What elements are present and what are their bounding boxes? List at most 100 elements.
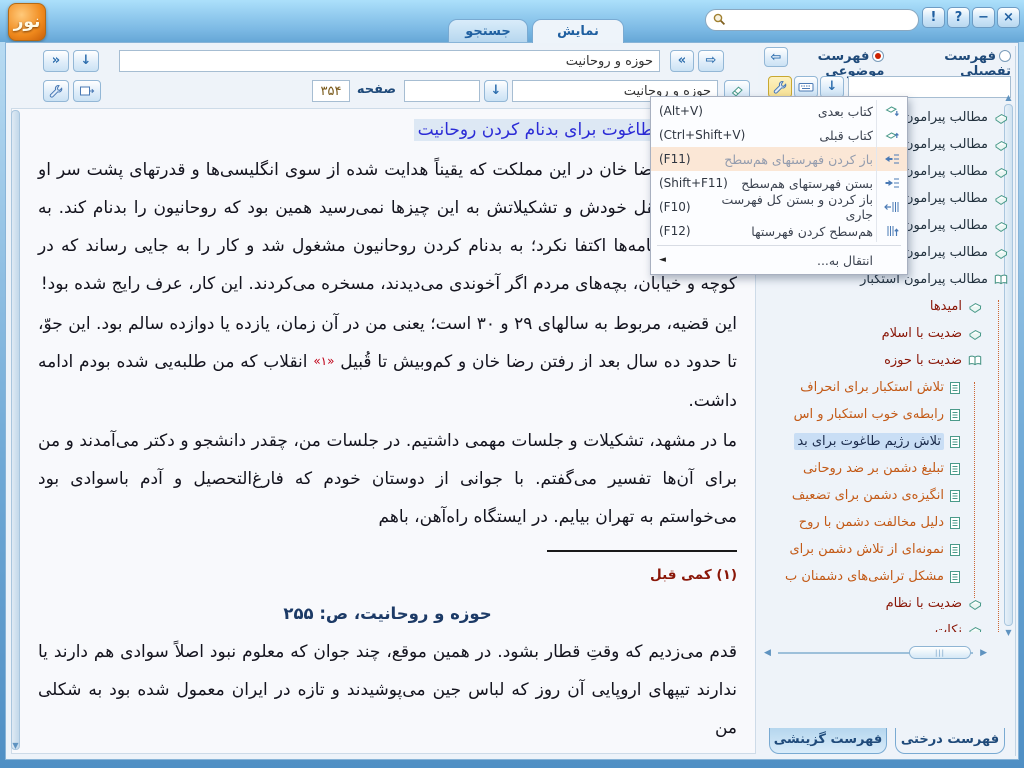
tab-selective-index[interactable]: فهرست گزینشی [769, 728, 887, 754]
book-closed-icon [993, 192, 1009, 206]
help-button[interactable]: ? [947, 7, 970, 28]
tree-item[interactable]: امیدها [772, 293, 1013, 320]
hscroll-thumb[interactable]: ||| [909, 646, 971, 659]
minimize-button[interactable]: − [972, 7, 995, 28]
book-closed-icon [993, 111, 1009, 125]
book-closed-icon [993, 165, 1009, 179]
book-closed-icon [993, 138, 1009, 152]
scroll-up-icon[interactable]: ▲ [1005, 93, 1012, 102]
book-text-area[interactable]: تلاش رژیم طاغوت برای بدنام کردن روحانیت … [11, 108, 756, 754]
scroll-down-icon[interactable]: ▼ [12, 741, 19, 750]
forward-nav-button[interactable]: ⇨ [698, 50, 724, 72]
menu-item[interactable]: باز کردن فهرستهای هم‌سطح(F11) [651, 147, 907, 171]
tree-item-label: تبلیغ دشمن بر ضد روحانی [803, 461, 944, 476]
menu-item-shortcut: (F12) [659, 224, 691, 238]
tree-item-label: ضدیت با نظام [886, 596, 962, 611]
tree-item-label: مشکل تراشی‌های دشمنان ب [785, 569, 944, 584]
submenu-arrow-icon: ◄ [659, 255, 666, 265]
menu-item-label: کتاب قبلی [745, 128, 881, 143]
alert-button[interactable]: ! [922, 7, 945, 28]
tree-item[interactable]: رابطه‌ی خوب استکبار و اس [772, 401, 1013, 428]
tree-item[interactable]: نمونه‌ای از تلاش دشمن برای [772, 536, 1013, 563]
goto-field[interactable] [404, 80, 480, 102]
radio-icon[interactable] [999, 50, 1011, 62]
tree-item[interactable]: مشکل تراشی‌های دشمنان ب [772, 563, 1013, 590]
menu-item-transfer[interactable]: انتقال به... ◄ [651, 248, 907, 272]
tree-item[interactable]: دلیل مخالفت دشمن با روح [772, 509, 1013, 536]
paragraph: این قضیه، مربوط به سالهای ۲۹ و ۳۰ است؛ ی… [38, 305, 737, 420]
sidebar-hscrollbar[interactable]: ◀ ||| ▶ [764, 646, 999, 660]
tree-item-label: دلیل مخالفت دشمن با روح [799, 515, 944, 530]
next-book-icon [881, 104, 903, 118]
paragraph: قدم می‌زدیم که وقتِ قطار بشود. در همین م… [38, 633, 737, 747]
doc-icon [949, 381, 961, 395]
tree-item[interactable]: ضدیت با اسلام [772, 320, 1013, 347]
filter-down-button[interactable]: ↓ [820, 76, 844, 98]
new-window-button[interactable] [73, 80, 101, 102]
search-icon [712, 11, 726, 30]
collapse-level-icon [881, 177, 903, 189]
quick-search-box[interactable] [705, 9, 919, 31]
footnote-marker[interactable]: «۱» [313, 354, 334, 368]
menu-item[interactable]: کتاب بعدی(Alt+V) [651, 99, 907, 123]
scroll-right-icon[interactable]: ▶ [980, 648, 987, 658]
tree-item[interactable]: ضدیت با حوزه [772, 347, 1013, 374]
settings-button[interactable] [43, 80, 69, 102]
app-logo[interactable]: نور [8, 3, 46, 41]
index-tools-button[interactable] [768, 76, 792, 98]
tree-item[interactable]: انگیزه‌ی دشمن برای تضعیف [772, 482, 1013, 509]
noor-app-window: { "titlebar": { "logo_text": "نور", "sea… [0, 0, 1024, 768]
expand-nav-button[interactable]: » [670, 50, 694, 72]
index-filter-input[interactable] [848, 76, 1011, 98]
menu-item-shortcut: (F10) [659, 200, 691, 214]
tree-item-selected[interactable]: تلاش رژیم طاغوت برای بد [772, 428, 1013, 455]
tree-item[interactable]: تلاش استکبار برای انحراف [772, 374, 1013, 401]
radio-selected-icon[interactable] [872, 50, 884, 62]
wrench-icon [49, 83, 63, 98]
doc-icon [949, 462, 961, 476]
menu-icon-divider [876, 100, 877, 242]
page-header: حوزه و روحانیت، ص: ۲۵۵ [38, 604, 737, 623]
tree-item-label: مطالب پیرامون [904, 218, 988, 233]
breadcrumb [119, 50, 660, 72]
content-scrollbar[interactable]: ▼ [11, 110, 20, 750]
scroll-left-icon[interactable]: ◀ [764, 648, 771, 658]
tree-item-label: مطالب پیرامون [904, 245, 988, 260]
menu-item[interactable]: هم‌سطح کردن فهرستها(F12) [651, 219, 907, 243]
new-window-icon [79, 83, 95, 98]
wrench-icon [773, 79, 787, 94]
page-number-field[interactable] [312, 80, 350, 102]
tab-display[interactable]: نمایش [532, 19, 624, 43]
menu-item[interactable]: باز کردن و بستن کل فهرست جاری(F10) [651, 195, 907, 219]
footnote-separator [547, 550, 737, 552]
tab-search[interactable]: جستجو [448, 19, 528, 43]
breadcrumb-row: « ↓ » ⇨ [9, 48, 758, 75]
tree-item-label: نکات [935, 623, 962, 632]
tree-item[interactable]: تبلیغ دشمن بر ضد روحانی [772, 455, 1013, 482]
expand-level-icon [881, 153, 903, 165]
doc-icon [949, 435, 961, 449]
search-input[interactable] [726, 12, 912, 28]
tree-item-label: نمونه‌ای از تلاش دشمن برای [789, 542, 944, 557]
close-button[interactable]: × [997, 7, 1020, 28]
toggle-list-icon [881, 201, 903, 213]
window-controls: ! ? − × [922, 7, 1020, 28]
tree-item-label: مطالب پیرامون [904, 164, 988, 179]
tree-item-label: مطالب پیرامون [904, 191, 988, 206]
tree-item[interactable]: ضدیت با نظام [772, 590, 1013, 617]
menu-item-label: هم‌سطح کردن فهرستها [691, 224, 881, 239]
book-closed-icon [993, 219, 1009, 233]
paragraph: برنامه‌های رضا خان در این مملکت که یقینا… [38, 151, 737, 303]
tree-item-label: تلاش استکبار برای انحراف [800, 380, 944, 395]
menu-item-shortcut: (Alt+V) [659, 104, 703, 118]
tab-tree-index[interactable]: فهرست درختی [895, 728, 1005, 754]
tree-item[interactable]: نکات [772, 617, 1013, 632]
collapse-nav-button[interactable]: « [43, 50, 69, 72]
menu-item[interactable]: کتاب قبلی(Ctrl+Shift+V) [651, 123, 907, 147]
virtual-keyboard-button[interactable] [794, 76, 818, 98]
goto-down-button[interactable]: ↓ [484, 80, 508, 102]
tree-item-label: ضدیت با حوزه [884, 353, 962, 368]
menu-item-label: بستن فهرستهای هم‌سطح [728, 176, 881, 191]
down-nav-button[interactable]: ↓ [73, 50, 99, 72]
doc-icon [949, 543, 961, 557]
